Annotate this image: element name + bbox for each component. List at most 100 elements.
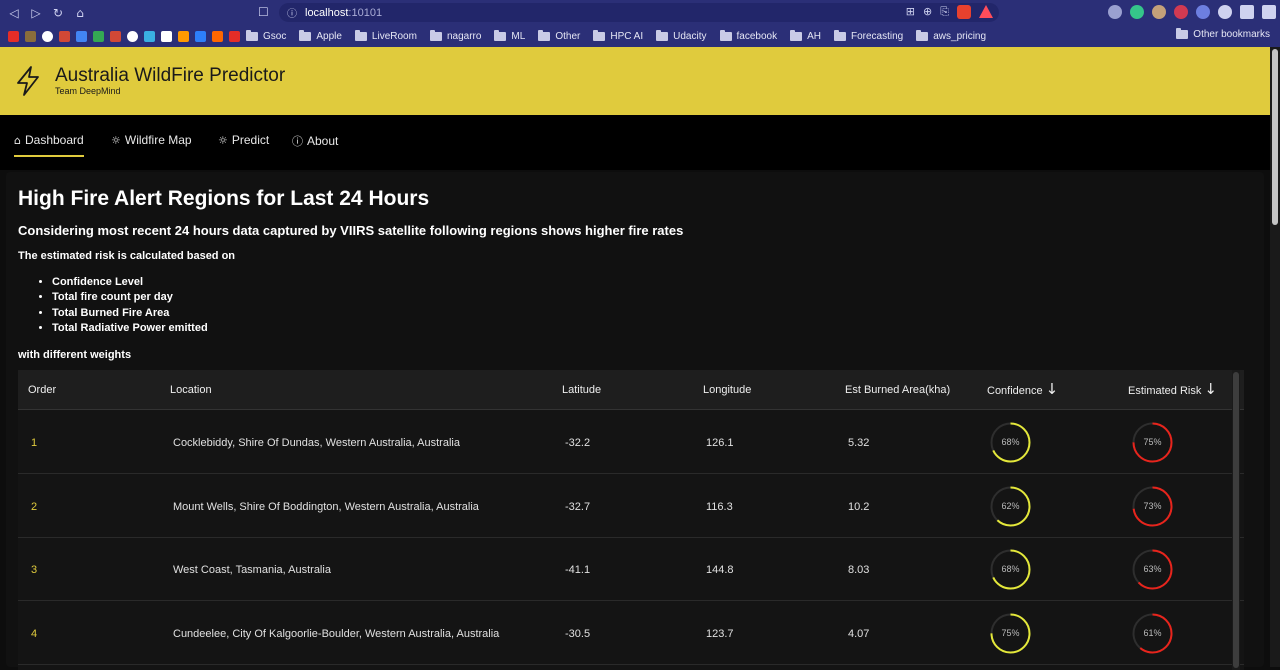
site-info-icon[interactable]: ⓘ bbox=[287, 5, 297, 20]
bookmark-folder[interactable]: Udacity bbox=[656, 29, 707, 42]
bookmark-folder[interactable]: facebook bbox=[719, 29, 777, 42]
confidence-ring-label: 75% bbox=[1001, 627, 1020, 638]
col-burned-area[interactable]: Est Burned Area(kha) bbox=[845, 384, 950, 396]
cell-location: Mount Wells, Shire Of Boddington, Wester… bbox=[173, 500, 479, 513]
other-bookmarks[interactable]: Other bookmarks bbox=[1176, 28, 1270, 40]
cell-location: West Coast, Tasmania, Australia bbox=[173, 564, 331, 576]
docs-icon[interactable] bbox=[76, 30, 87, 42]
brave-shield-icon[interactable] bbox=[957, 5, 971, 19]
scrollbar-thumb[interactable] bbox=[1233, 372, 1239, 668]
col-confidence[interactable]: Confidence ↓ bbox=[987, 380, 1058, 398]
extension-icon[interactable] bbox=[1130, 5, 1144, 19]
reload-icon[interactable]: ↻ bbox=[47, 0, 69, 25]
cell-latitude: -30.5 bbox=[565, 627, 591, 640]
cell-order: 4 bbox=[31, 627, 38, 640]
cell-latitude: -32.2 bbox=[565, 437, 591, 449]
cell-burned-area: 5.32 bbox=[848, 437, 870, 449]
bulb-icon: ☼ bbox=[111, 133, 121, 147]
qr-icon[interactable]: ⊞ bbox=[906, 5, 915, 19]
table-row[interactable]: 3 West Coast, Tasmania, Australia -41.1 144… bbox=[18, 538, 1244, 601]
google-icon[interactable] bbox=[127, 30, 138, 42]
tab-dashboard[interactable]: ⌂ Dashboard bbox=[14, 133, 84, 157]
sort-down-icon[interactable]: ↓ bbox=[1046, 380, 1059, 398]
url-host: localhost bbox=[305, 6, 349, 19]
share-icon[interactable]: ⎘ bbox=[940, 5, 949, 19]
bookmark-folder[interactable]: Gsoc bbox=[246, 29, 286, 42]
extension-icon[interactable] bbox=[1152, 5, 1166, 19]
page-scrollbar[interactable] bbox=[1270, 47, 1280, 667]
risk-intro: The estimated risk is calculated based o… bbox=[18, 250, 236, 262]
confidence-ring-label: 68% bbox=[1001, 564, 1020, 574]
youtube-icon[interactable] bbox=[8, 30, 19, 42]
cell-order: 3 bbox=[31, 564, 38, 576]
col-estimated-risk[interactable]: Estimated Risk ↓ bbox=[1128, 380, 1217, 398]
bookmark-folder[interactable]: HPC AI bbox=[593, 29, 643, 42]
favicon-icon[interactable] bbox=[229, 30, 240, 42]
bookmark-icon[interactable]: ☐ bbox=[258, 5, 269, 19]
rewards-icon[interactable] bbox=[979, 5, 993, 18]
col-location[interactable]: Location bbox=[170, 384, 212, 396]
cell-longitude: 123.7 bbox=[706, 627, 734, 640]
extensions bbox=[1108, 5, 1276, 19]
back-icon[interactable]: ◁ bbox=[3, 0, 25, 25]
drive-icon[interactable] bbox=[93, 30, 104, 42]
list-item: Total Radiative Power emitted bbox=[52, 321, 208, 336]
favicon-icon[interactable] bbox=[195, 30, 206, 42]
bookmark-folder[interactable]: nagarro bbox=[429, 29, 481, 42]
risk-outro: with different weights bbox=[18, 349, 132, 361]
col-order[interactable]: Order bbox=[28, 384, 56, 396]
extension-icon[interactable] bbox=[1174, 5, 1188, 19]
info-icon: ⓘ bbox=[292, 135, 303, 148]
cell-burned-area: 10.2 bbox=[848, 500, 870, 513]
tab-predict[interactable]: ☼ Predict bbox=[218, 133, 269, 147]
page-subtitle: Considering most recent 24 hours data ca… bbox=[18, 223, 684, 238]
sort-down-icon[interactable]: ↓ bbox=[1204, 380, 1217, 398]
calendar-icon[interactable] bbox=[144, 30, 155, 42]
forward-icon[interactable]: ▷ bbox=[25, 0, 47, 25]
cell-order: 2 bbox=[31, 500, 38, 513]
page-title: High Fire Alert Regions for Last 24 Hour… bbox=[18, 187, 430, 210]
gmail-icon[interactable] bbox=[110, 30, 121, 42]
col-longitude[interactable]: Longitude bbox=[703, 384, 751, 396]
puzzle-icon[interactable] bbox=[1218, 5, 1232, 19]
bookmark-folder[interactable]: AH bbox=[790, 29, 821, 42]
folder-icon bbox=[538, 29, 551, 41]
cell-burned-area: 4.07 bbox=[848, 627, 870, 640]
cell-longitude: 144.8 bbox=[706, 564, 734, 576]
bookmark-folder[interactable]: LiveRoom bbox=[354, 29, 417, 42]
tab-about[interactable]: ⓘ About bbox=[292, 133, 338, 149]
table-row[interactable]: 4 Cundeelee, City Of Kalgoorlie-Boulder, … bbox=[18, 602, 1244, 665]
scrollbar-thumb[interactable] bbox=[1272, 49, 1278, 225]
cell-location: Cocklebiddy, Shire Of Dundas, Western Au… bbox=[173, 437, 460, 449]
col-latitude[interactable]: Latitude bbox=[562, 384, 601, 396]
aws-icon[interactable] bbox=[178, 30, 189, 42]
bookmark-folder[interactable]: Apple bbox=[299, 29, 342, 42]
bookmark-folder[interactable]: Other bbox=[538, 29, 580, 42]
address-bar[interactable]: ⓘ localhost:10101 ⊞ ⊕ ⎘ bbox=[279, 3, 999, 22]
main-nav: ⌂ Dashboard ☼ Wildfire Map ☼ Predict ⓘ A… bbox=[0, 115, 1270, 170]
folder-icon bbox=[246, 29, 258, 41]
favicon-icon[interactable] bbox=[161, 30, 172, 42]
folder-icon bbox=[916, 29, 929, 41]
list-item: Confidence Level bbox=[52, 275, 208, 290]
translate-icon[interactable] bbox=[1196, 5, 1210, 19]
bookmark-folder[interactable]: ML bbox=[494, 29, 525, 42]
folder-icon bbox=[656, 29, 669, 41]
extension-icon[interactable] bbox=[1108, 5, 1122, 19]
gmail-icon[interactable] bbox=[59, 30, 70, 42]
table-scrollbar[interactable] bbox=[1232, 370, 1240, 670]
home-icon[interactable]: ⌂ bbox=[69, 0, 91, 25]
playlist-icon[interactable] bbox=[1240, 5, 1254, 19]
github-icon[interactable] bbox=[42, 30, 53, 42]
table-row[interactable]: 1 Cocklebiddy, Shire Of Dundas, Western A… bbox=[18, 411, 1244, 474]
menu-icon[interactable] bbox=[1262, 5, 1276, 19]
favicon-icon[interactable] bbox=[212, 30, 223, 42]
favicon-icon[interactable] bbox=[25, 30, 36, 42]
confidence-ring-label: 62% bbox=[1001, 500, 1020, 511]
tab-wildfire-map[interactable]: ☼ Wildfire Map bbox=[111, 133, 192, 147]
table-row[interactable]: 2 Mount Wells, Shire Of Boddington, Weste… bbox=[18, 475, 1244, 538]
bookmark-folder[interactable]: Forecasting bbox=[834, 29, 903, 42]
bookmark-folder[interactable]: aws_pricing bbox=[916, 29, 986, 42]
zoom-icon[interactable]: ⊕ bbox=[923, 5, 932, 19]
confidence-ring-label: 68% bbox=[1001, 437, 1020, 447]
